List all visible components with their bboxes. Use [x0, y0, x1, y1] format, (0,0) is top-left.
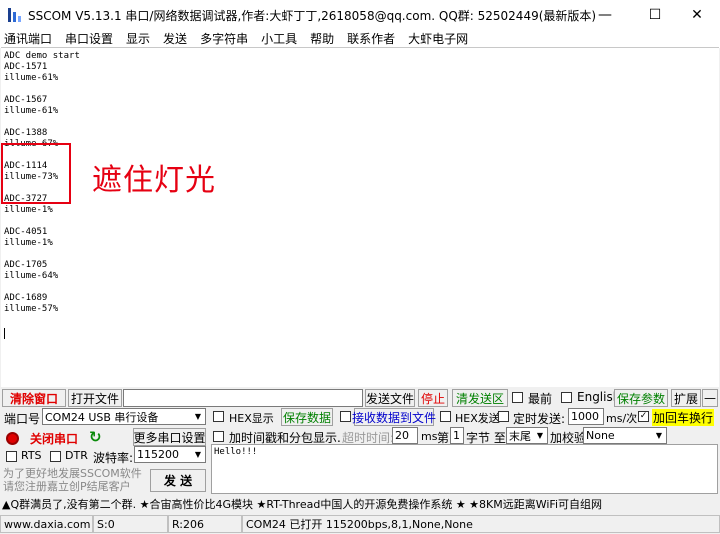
annotation-text: 遮住灯光	[92, 163, 216, 198]
menu-port-settings[interactable]: 串口设置	[65, 30, 113, 47]
timeout-unit: ms	[421, 430, 438, 443]
status-port: COM24 已打开 115200bps,8,1,None,None	[242, 515, 720, 533]
close-button[interactable]: ✕	[674, 0, 720, 30]
interval-unit: ms/次	[606, 412, 638, 425]
menu-tools[interactable]: 小工具	[261, 30, 297, 47]
front-label: 最前	[528, 392, 553, 406]
send-input[interactable]: Hello!!!	[211, 444, 718, 494]
rts-checkbox[interactable]	[6, 451, 17, 462]
clear-window-button[interactable]: 清除窗口	[2, 389, 66, 407]
end-select[interactable]: 末尾 ▼	[506, 427, 548, 444]
status-site[interactable]: www.daxia.com	[0, 515, 93, 533]
baud-value: 115200	[137, 448, 179, 461]
status-received: R:206	[168, 515, 242, 533]
hex-show-checkbox[interactable]	[213, 411, 224, 422]
recv-to-file-checkbox[interactable]	[340, 411, 351, 422]
port-value: COM24 USB 串行设备	[45, 410, 159, 424]
chevron-down-icon: ▼	[194, 450, 202, 459]
end-value: 末尾	[509, 429, 531, 443]
page-input[interactable]: 1	[450, 427, 464, 444]
interval-input[interactable]: 1000	[568, 408, 604, 425]
port-label: 端口号	[4, 412, 41, 426]
front-checkbox[interactable]	[512, 392, 523, 403]
baud-label: 波特率:	[93, 451, 134, 465]
rts-label: RTS	[21, 449, 42, 462]
save-data-button[interactable]: 保存数据	[281, 408, 333, 426]
menu-multi-string[interactable]: 多字符串	[200, 30, 248, 47]
recv-to-file-button[interactable]: 接收数据到文件	[352, 408, 436, 426]
menu-bar: 通讯端口 串口设置 显示 发送 多字符串 小工具 帮助 联系作者 大虾电子网	[0, 28, 720, 48]
status-bar: www.daxia.com S:0 R:206 COM24 已打开 115200…	[0, 514, 720, 534]
save-params-button[interactable]: 保存参数	[614, 389, 668, 407]
close-port-button[interactable]: 关闭串口	[24, 429, 84, 447]
dtr-checkbox[interactable]	[50, 451, 61, 462]
annotation-box	[1, 143, 71, 204]
window-title: SSCOM V5.13.1 串口/网络数据调试器,作者:大虾丁丁,2618058…	[28, 8, 597, 23]
status-sent: S:0	[93, 515, 168, 533]
clear-send-button[interactable]: 清发送区	[452, 389, 508, 407]
menu-contact-author[interactable]: 联系作者	[347, 30, 395, 47]
port-select[interactable]: COM24 USB 串行设备 ▼	[42, 408, 206, 425]
expand-button[interactable]: 扩展	[671, 389, 701, 407]
send-text: Hello!!!	[214, 447, 258, 457]
menu-send[interactable]: 发送	[163, 30, 187, 47]
text-cursor	[4, 328, 5, 339]
promo-left-text[interactable]: 为了更好地发展SSCOM软件 请您注册嘉立创P结尾客户	[3, 467, 142, 493]
dtr-label: DTR	[65, 449, 88, 462]
chevron-down-icon: ▼	[536, 431, 544, 440]
file-path-input[interactable]	[123, 389, 363, 407]
maximize-button[interactable]: ☐	[632, 0, 678, 30]
english-checkbox[interactable]	[561, 392, 572, 403]
chevron-down-icon: ▼	[655, 431, 663, 440]
open-file-button[interactable]: 打开文件	[68, 389, 122, 407]
hex-send-label: HEX发送	[455, 412, 500, 425]
promo-bar[interactable]: ▲Q群满员了,没有第二个群. ★合宙高性价比4G模块 ★RT-Thread中国人…	[0, 494, 720, 513]
collapse-button[interactable]: —	[702, 389, 718, 407]
hex-show-label: HEX显示	[229, 412, 274, 425]
record-icon	[6, 432, 19, 445]
stop-button[interactable]: 停止	[418, 389, 448, 407]
baud-select[interactable]: 115200 ▼	[134, 446, 206, 463]
hex-send-checkbox[interactable]	[440, 411, 451, 422]
timestamp-checkbox[interactable]	[213, 431, 224, 442]
add-crlf-checkbox[interactable]: ✓	[638, 411, 649, 422]
menu-daxia-site[interactable]: 大虾电子网	[408, 30, 468, 47]
send-button[interactable]: 发 送	[150, 469, 206, 492]
chevron-down-icon: ▼	[194, 412, 202, 421]
menu-display[interactable]: 显示	[126, 30, 150, 47]
timeout-input[interactable]: 20	[392, 427, 418, 444]
menu-comm-port[interactable]: 通讯端口	[4, 30, 52, 47]
add-crlf-label: 加回车换行	[652, 409, 715, 426]
minimize-button[interactable]: —	[582, 0, 628, 30]
receive-area[interactable]: ADC demo start ADC-1571 illume-61% ADC-1…	[1, 47, 719, 387]
menu-help[interactable]: 帮助	[310, 30, 334, 47]
timed-send-label: 定时发送:	[513, 412, 566, 426]
more-settings-button[interactable]: 更多串口设置	[133, 428, 206, 446]
checksum-value: None	[586, 429, 615, 442]
app-icon	[8, 8, 22, 22]
refresh-icon[interactable]: ↻	[89, 428, 102, 446]
send-file-button[interactable]: 发送文件	[365, 389, 415, 407]
checksum-select[interactable]: None ▼	[583, 427, 667, 444]
timed-send-checkbox[interactable]	[498, 411, 509, 422]
